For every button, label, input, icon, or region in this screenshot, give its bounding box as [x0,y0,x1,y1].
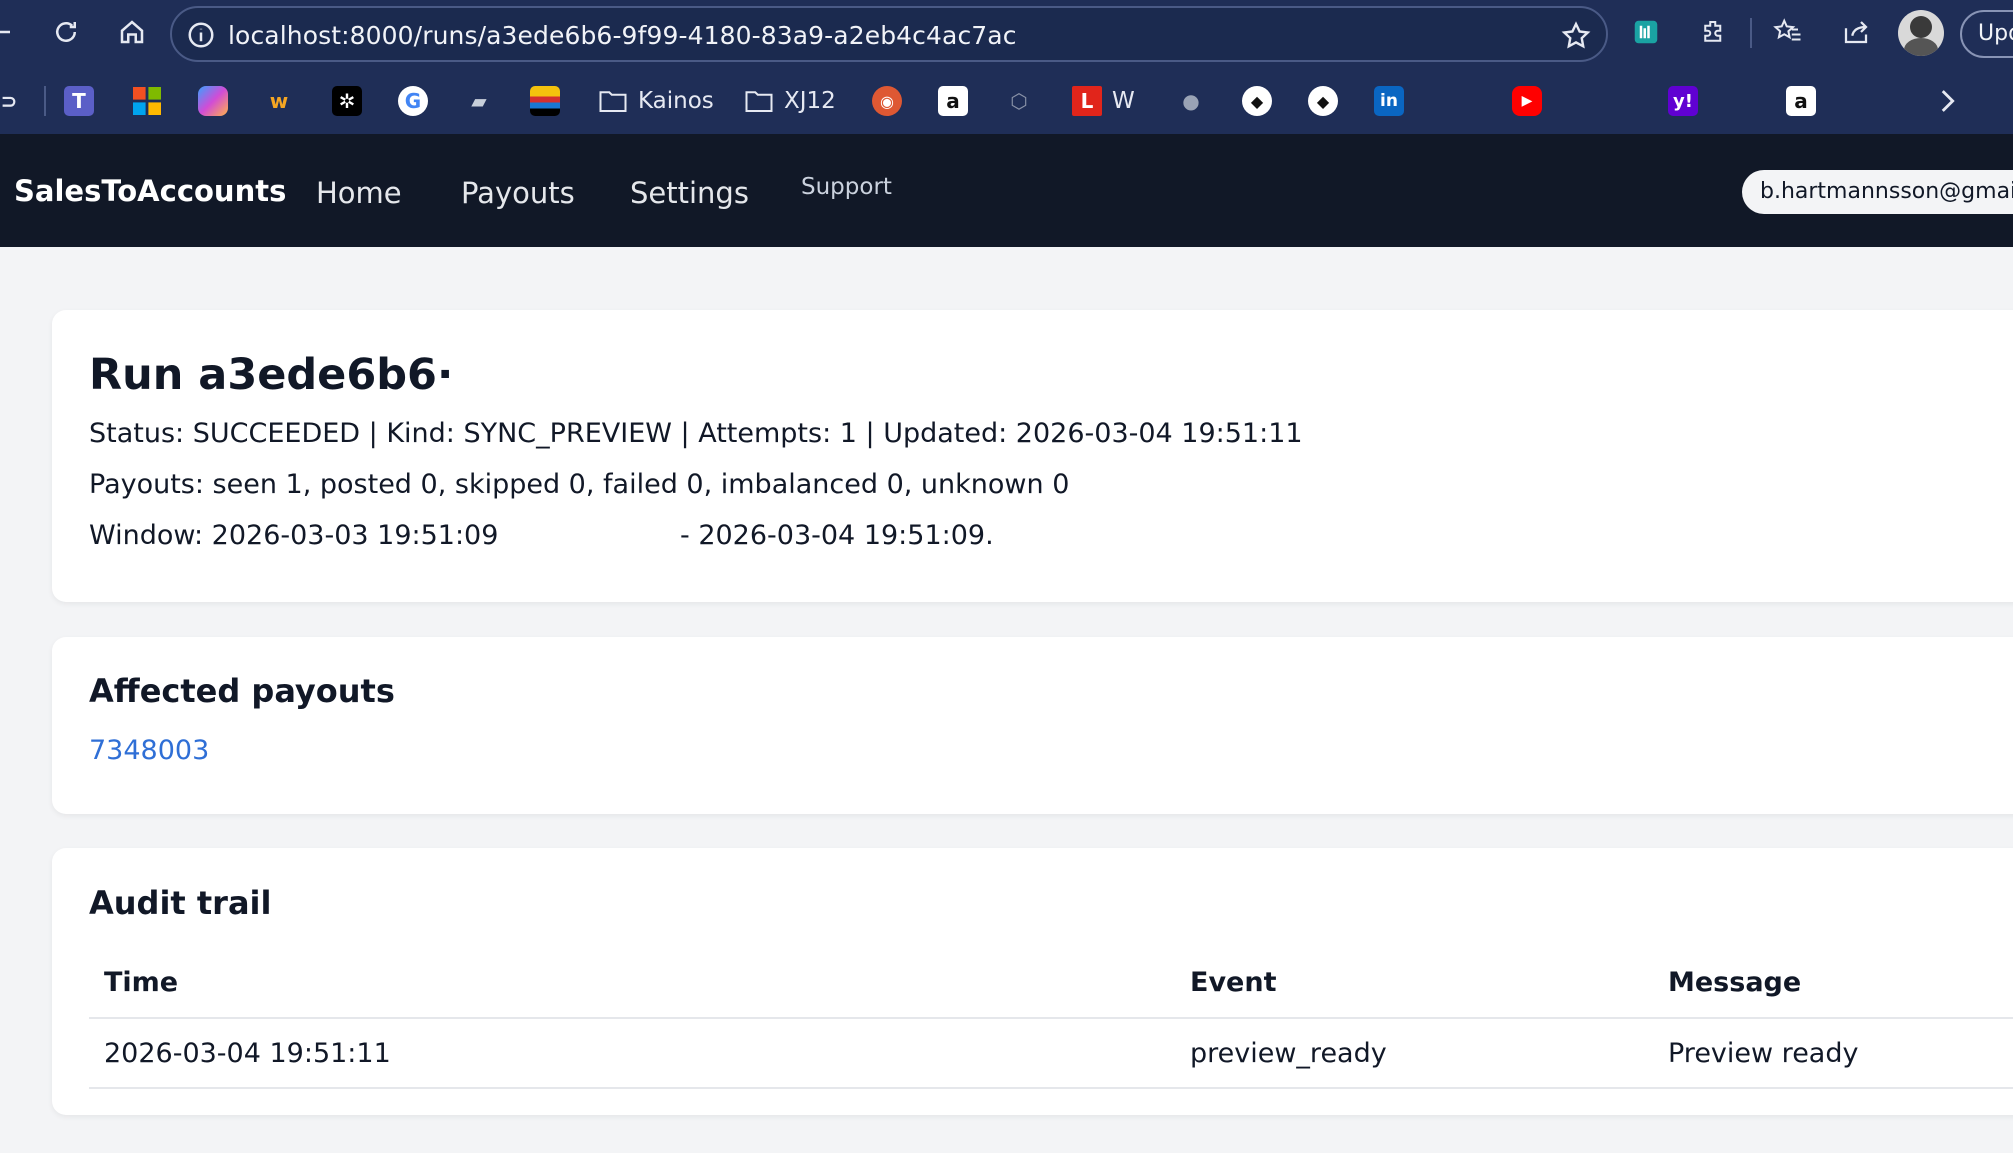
app-navbar: SalesToAccounts Home Payouts Settings Su… [0,134,2013,247]
bookmark-puzzle-app[interactable]: ✲ [332,82,362,120]
bookmark-copilot[interactable] [198,82,228,120]
reload-icon[interactable] [44,10,88,54]
chatgpt-icon: ⬡ [1010,89,1028,113]
bookmark-chatgpt[interactable]: ⬡ [1004,82,1034,120]
bookmark-apple[interactable]: ● [1176,82,1206,120]
bookmark-duckduckgo[interactable]: ◉ [872,82,902,120]
yahoo-icon: y! [1668,86,1698,116]
bookmark-workday[interactable]: w [264,82,294,120]
copilot-icon [198,86,228,116]
teams-icon: T [64,86,94,116]
cell-event: preview_ready [1175,1018,1653,1089]
audit-trail-card: Audit trail Time Event Message 2026-03-0… [52,848,2013,1115]
bookmark-youtube[interactable]: ▶ [1512,82,1542,120]
microsoft-icon [132,86,162,116]
bookmark-microsoft[interactable] [132,82,162,120]
bookmarks-bar: ⊃ T w ✲ G ▰ Kainos XJ12 ◉ a ⬡ L W ● ◆ ◆ … [0,68,2013,134]
l-app-icon: L [1072,86,1102,116]
bookmark-label: W [1112,88,1135,114]
shop-icon [530,86,560,116]
run-payouts-line: Payouts: seen 1, posted 0, skipped 0, fa… [89,469,1070,500]
table-header-row: Time Event Message [89,948,2013,1019]
home-icon[interactable] [110,10,154,54]
linkedin-icon: in [1374,86,1404,116]
github-icon: ◆ [1242,86,1272,116]
back-icon[interactable] [0,10,22,54]
bookmark-linkedin[interactable]: in [1374,82,1404,120]
bookmark-edge-icon[interactable]: ⊃ [0,82,24,120]
nav-support[interactable]: Support [801,174,892,200]
extensions-puzzle-icon[interactable] [1696,14,1732,50]
nav-home[interactable]: Home [316,176,402,210]
puzzle-app-icon: ✲ [332,86,362,116]
table-row: 2026-03-04 19:51:11 preview_ready Previe… [89,1018,2013,1089]
workday-icon: w [269,89,289,113]
github-icon: ◆ [1308,86,1338,116]
folder-icon [744,86,774,116]
amazon-icon: a [938,86,968,116]
browser-chrome: localhost:8000/runs/a3ede6b6-9f99-4180-8… [0,0,2013,134]
books-icon: ▰ [471,89,487,113]
amazon-icon: a [1786,86,1816,116]
affected-payouts-title: Affected payouts [89,672,395,710]
payout-link[interactable]: 7348003 [89,735,209,766]
bookmark-label: XJ12 [784,88,836,114]
favorites-icon[interactable] [1770,14,1806,50]
bookmark-amazon-2[interactable]: a [1786,82,1816,120]
bookmark-folder-xj12[interactable]: XJ12 [744,82,836,120]
affected-payouts-card: Affected payouts 7348003 [52,637,2013,814]
nav-payouts[interactable]: Payouts [461,176,575,210]
cell-message: Preview ready [1653,1018,2013,1089]
bookmark-github-2[interactable]: ◆ [1308,82,1338,120]
toolbar-divider [1750,18,1752,48]
bookmark-star-icon[interactable] [1560,20,1592,52]
user-email-pill[interactable]: b.hartmannsson@gmail.co [1742,170,2013,214]
apple-icon: ● [1182,89,1200,113]
brand-link[interactable]: SalesToAccounts [14,174,286,208]
audit-trail-title: Audit trail [89,884,272,922]
bookmark-books[interactable]: ▰ [464,82,494,120]
audit-table: Time Event Message 2026-03-04 19:51:11 p… [89,948,2013,1089]
bookmark-google[interactable]: G [398,82,428,120]
nav-settings[interactable]: Settings [630,176,749,210]
run-status-line: Status: SUCCEEDED | Kind: SYNC_PREVIEW |… [89,418,1303,449]
duckduckgo-icon: ◉ [872,86,902,116]
bookmark-teams[interactable]: T [64,82,94,120]
bookmark-folder-kainos[interactable]: Kainos [598,82,714,120]
share-icon[interactable] [1838,14,1874,50]
youtube-icon: ▶ [1512,86,1542,116]
bookmark-shop[interactable] [530,82,560,120]
folder-icon [598,86,628,116]
update-button[interactable]: Upd [1960,10,2013,58]
chevron-right-icon[interactable] [1930,84,1964,118]
address-bar[interactable]: localhost:8000/runs/a3ede6b6-9f99-4180-8… [170,6,1608,62]
google-icon: G [398,86,428,116]
run-title: Run a3ede6b6· [89,350,454,400]
extension-app-icon[interactable] [1628,14,1664,50]
profile-avatar[interactable] [1898,10,1944,56]
bookmark-github-1[interactable]: ◆ [1242,82,1272,120]
bookmark-l-app[interactable]: L W [1072,82,1135,120]
run-window-end: - 2026-03-04 19:51:09. [680,520,994,551]
run-window-start: Window: 2026-03-03 19:51:09 [89,520,499,551]
bookmarks-divider [44,86,46,116]
column-header-event: Event [1175,948,1653,1019]
browser-toolbar: localhost:8000/runs/a3ede6b6-9f99-4180-8… [0,0,2013,68]
bookmark-label: Kainos [638,88,714,114]
site-info-icon[interactable] [186,20,216,50]
bookmark-amazon[interactable]: a [938,82,968,120]
column-header-message: Message [1653,948,2013,1019]
column-header-time: Time [89,948,1175,1019]
url-text[interactable]: localhost:8000/runs/a3ede6b6-9f99-4180-8… [228,21,1017,50]
bookmark-yahoo[interactable]: y! [1668,82,1698,120]
cell-time: 2026-03-04 19:51:11 [89,1018,1175,1089]
run-summary-card: Run a3ede6b6· Status: SUCCEEDED | Kind: … [52,310,2013,602]
